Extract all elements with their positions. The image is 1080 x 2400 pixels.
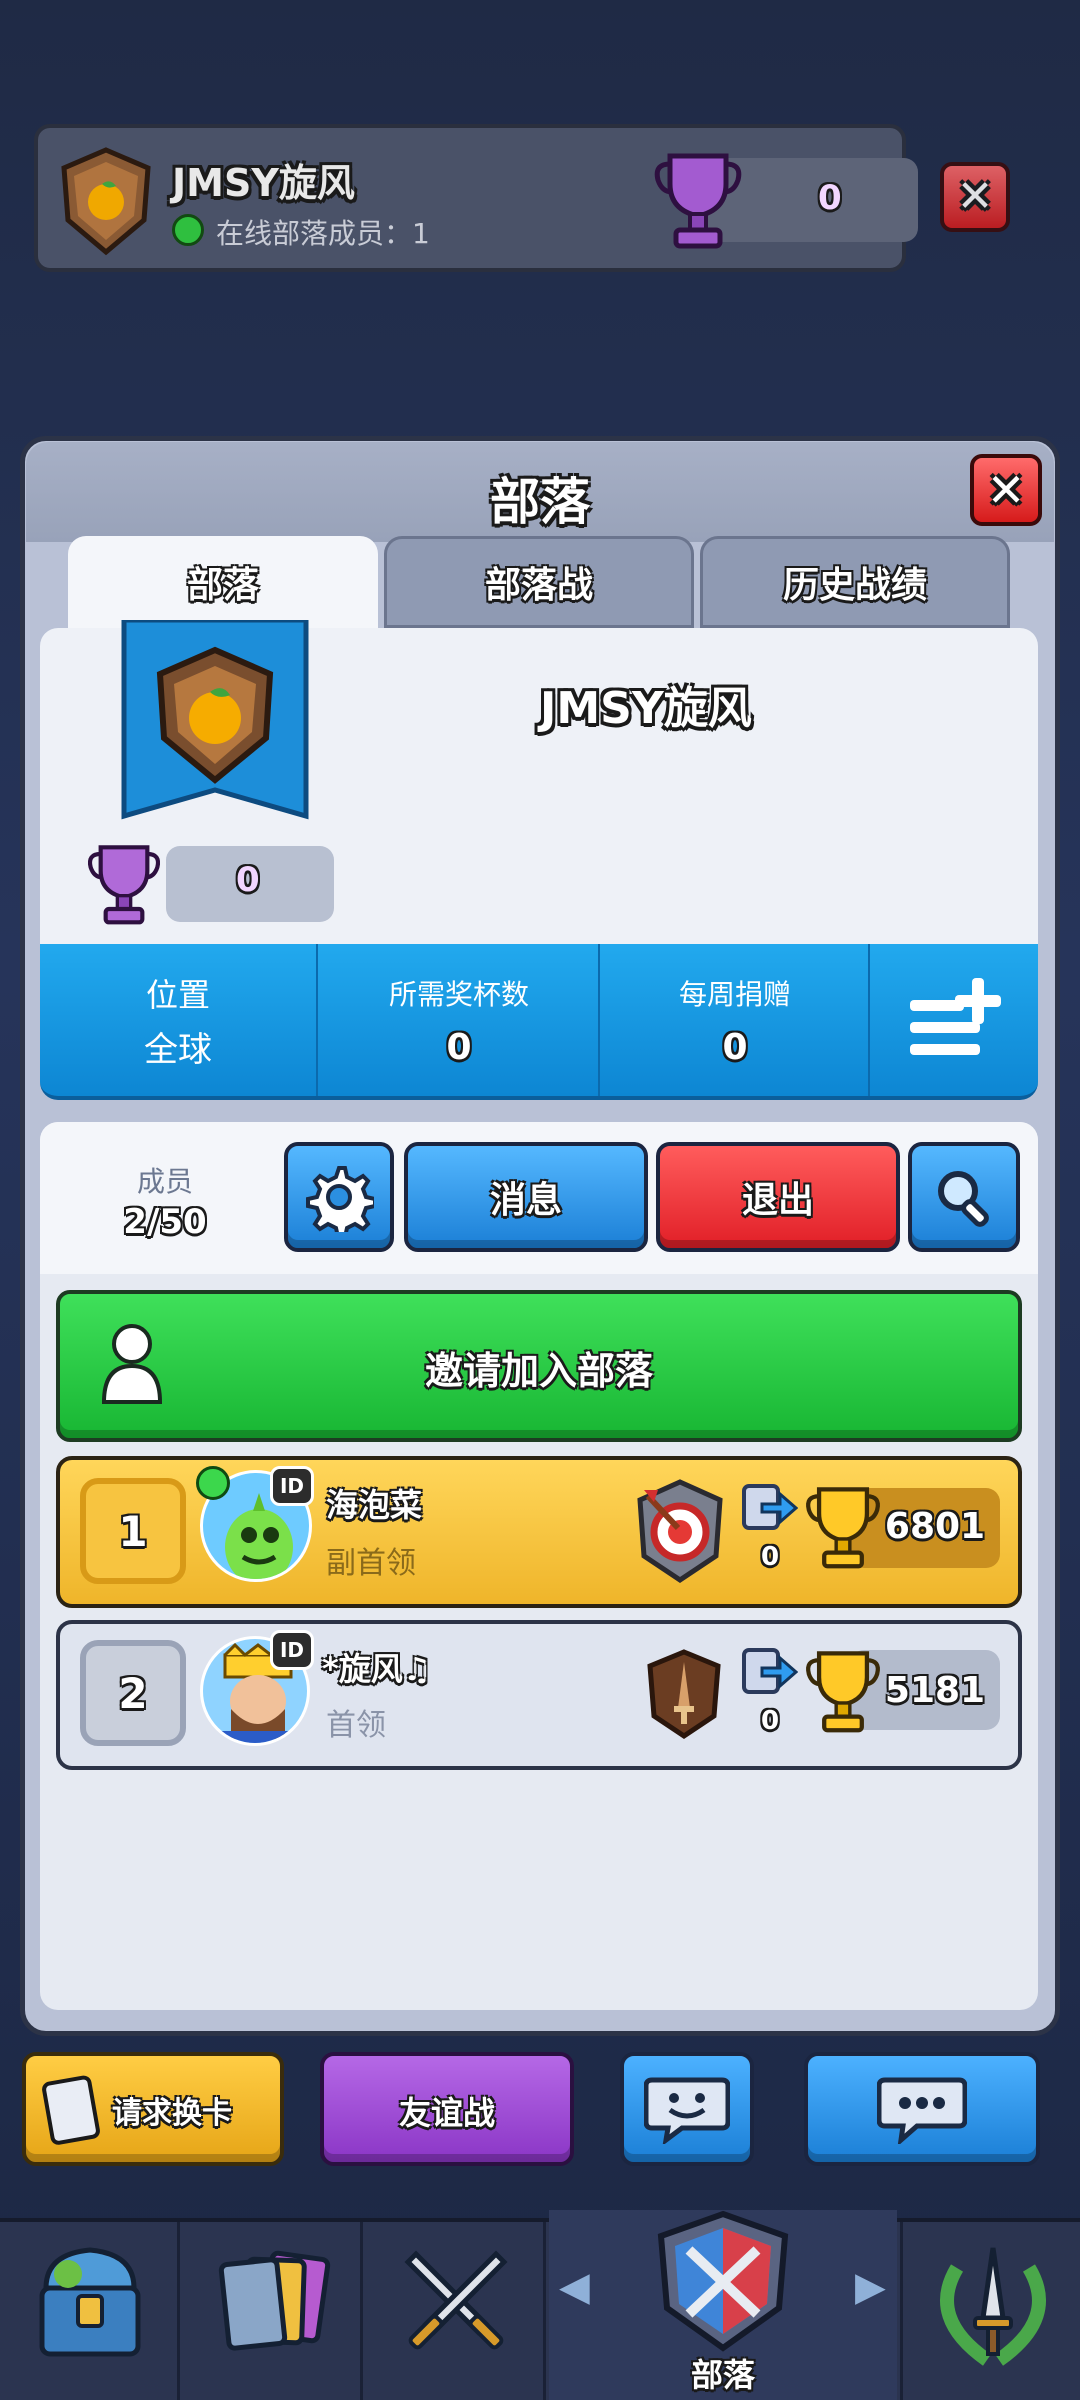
- shop-chest-icon: [39, 2247, 141, 2357]
- settings-button[interactable]: [284, 1142, 394, 1252]
- exit-button-label: 退出: [741, 1180, 814, 1221]
- tab-history[interactable]: 历史战绩: [700, 536, 1010, 628]
- member-name: *旋风♫: [322, 1650, 432, 1688]
- banner-clan-name: JMSY旋风: [172, 161, 355, 205]
- clan-banner-flag: [120, 617, 310, 820]
- nav-clan[interactable]: ◀ 部落 ▶: [549, 2210, 897, 2400]
- banner-close-button[interactable]: ✕: [940, 162, 1010, 232]
- stat-location: 位置 全球: [40, 944, 318, 1096]
- member-donations: 0: [760, 1706, 780, 1736]
- events-laurel-icon: [940, 2247, 1046, 2366]
- member-name: 海泡菜: [326, 1486, 423, 1524]
- clan-shield-icon: [657, 2210, 789, 2352]
- gold-trophy-icon: [802, 1646, 884, 1736]
- dialog-title: 部落: [490, 473, 590, 531]
- request-card-label: 请求换卡: [112, 2096, 232, 2131]
- member-trophies: 6801: [884, 1506, 986, 1547]
- clan-name: JMSY旋风: [540, 683, 752, 734]
- tab-label: 部落战: [484, 565, 593, 606]
- message-button[interactable]: 消息: [404, 1142, 648, 1252]
- members-count: 2/50: [123, 1202, 207, 1242]
- purple-trophy-icon: [650, 148, 746, 252]
- members-label: 成员: [136, 1165, 193, 1198]
- nav-clan-label: 部落: [690, 2356, 755, 2394]
- clan-badge-icon: [58, 146, 154, 256]
- search-button[interactable]: [908, 1142, 1020, 1252]
- banner-online-text: 在线部落成员：1: [216, 217, 430, 250]
- nav-events[interactable]: [900, 2222, 1080, 2400]
- member-rank: 1: [80, 1478, 186, 1584]
- stat-value: 全球: [144, 1029, 212, 1070]
- gear-icon: [306, 1166, 374, 1232]
- exit-button[interactable]: 退出: [656, 1142, 900, 1252]
- dialog-close-button[interactable]: ✕: [970, 454, 1042, 526]
- friendly-battle-label: 友谊战: [398, 2094, 495, 2132]
- message-button-label: 消息: [489, 1180, 562, 1221]
- nav-shop[interactable]: [0, 2222, 180, 2400]
- donate-icon: [740, 1482, 799, 1534]
- emote-button[interactable]: [620, 2052, 754, 2166]
- member-rank: 2: [80, 1640, 186, 1746]
- online-status-icon: [196, 1466, 230, 1500]
- chat-bubble-icon: [877, 2077, 967, 2144]
- clan-trophy-value: 0: [236, 860, 260, 900]
- member-trophies: 5181: [884, 1670, 986, 1711]
- smiley-chat-icon: [644, 2077, 730, 2144]
- tab-clan[interactable]: 部落: [68, 536, 378, 628]
- stat-label: 所需奖杯数: [388, 977, 529, 1011]
- player-id-badge[interactable]: ID: [270, 1630, 314, 1670]
- player-id-badge[interactable]: ID: [270, 1466, 314, 1506]
- member-role: 首领: [326, 1708, 386, 1743]
- tab-clan-war[interactable]: 部落战: [384, 536, 694, 628]
- donate-icon: [740, 1646, 799, 1698]
- banner-trophy-value: 0: [818, 178, 842, 218]
- friendly-battle-button[interactable]: 友谊战: [320, 2052, 574, 2166]
- card-icon: [42, 2075, 100, 2145]
- close-icon: ✕: [986, 463, 1026, 517]
- member-donations: 0: [760, 1542, 780, 1572]
- stat-label: 每周捐赠: [678, 977, 791, 1011]
- stat-label: 位置: [145, 975, 210, 1014]
- cards-icon: [218, 2250, 331, 2351]
- nav-cards[interactable]: [183, 2222, 363, 2400]
- nav-battle[interactable]: [366, 2222, 546, 2400]
- sword-badge-icon: [646, 1648, 722, 1740]
- close-icon: ✕: [956, 171, 994, 222]
- invite-button[interactable]: 邀请加入部落: [56, 1290, 1022, 1442]
- request-card-button[interactable]: 请求换卡: [22, 2052, 284, 2166]
- stat-weekly-donations: 每周捐赠 0: [602, 944, 870, 1096]
- online-status-icon: [172, 214, 204, 246]
- chat-button[interactable]: [804, 2052, 1040, 2166]
- add-to-list-icon[interactable]: [906, 974, 1014, 1064]
- invite-button-label: 邀请加入部落: [424, 1349, 653, 1393]
- search-icon: [938, 1171, 989, 1227]
- tab-label: 历史战绩: [782, 565, 927, 606]
- stat-required-trophies: 所需奖杯数 0: [320, 944, 600, 1096]
- purple-trophy-icon: [84, 840, 164, 928]
- chevron-left-icon: ◀: [559, 2264, 590, 2310]
- war-target-icon: [634, 1478, 726, 1584]
- top-banner: JMSY旋风 在线部落成员：1 0: [34, 124, 918, 272]
- gold-trophy-icon: [802, 1482, 884, 1572]
- battle-swords-icon: [404, 2250, 508, 2350]
- chevron-right-icon: ▶: [855, 2264, 886, 2310]
- tab-label: 部落: [186, 565, 259, 606]
- stat-value: 0: [722, 1026, 748, 1068]
- stat-value: 0: [446, 1026, 472, 1068]
- member-role: 副首领: [326, 1546, 416, 1581]
